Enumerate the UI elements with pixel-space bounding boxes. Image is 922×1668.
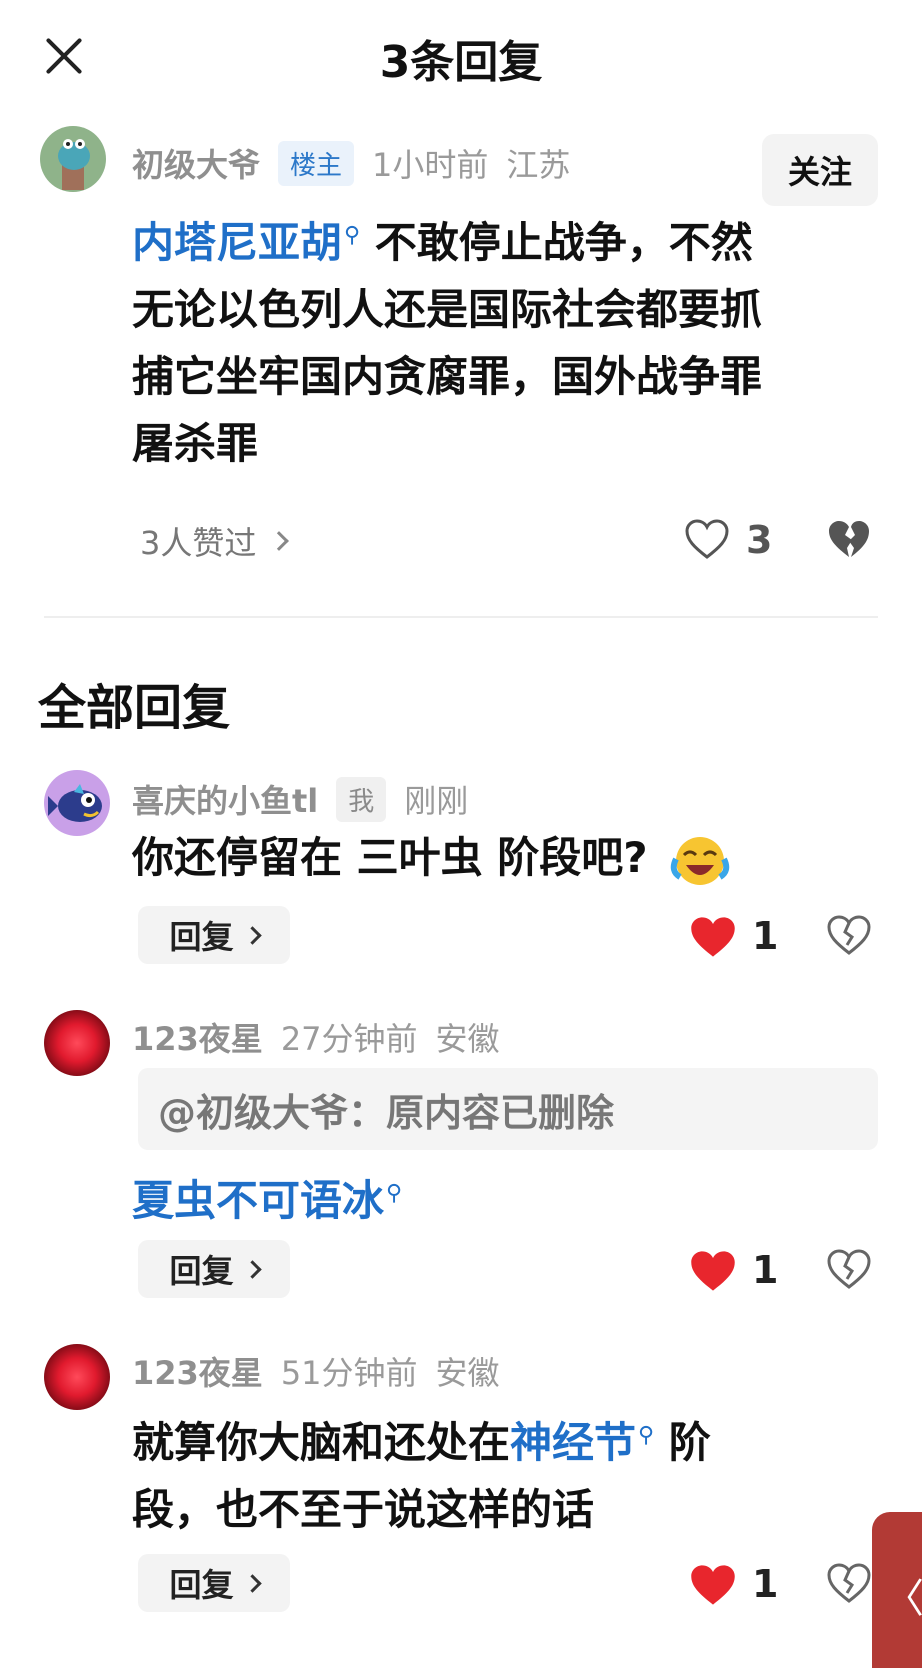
comment-text-line: 无论以色列人还是国际社会都要抓 <box>132 285 763 334</box>
follow-button[interactable]: 关注 <box>762 134 878 206</box>
comment-text-line: 捕它坐牢国内贪腐罪，国外战争罪 <box>132 352 763 401</box>
header: 3条回复 <box>0 0 922 110</box>
like-count: 1 <box>752 914 779 958</box>
reply-button[interactable]: 回复 <box>138 906 290 964</box>
liked-by-link[interactable]: 3人赞过 <box>140 518 290 564</box>
reply-meta: 123夜星 51分钟前 安徽 <box>132 1348 500 1394</box>
timestamp: 1小时前 <box>372 146 489 184</box>
reply-meta: 123夜星 27分钟前 安徽 <box>132 1014 500 1060</box>
search-icon: ⚲ <box>344 223 361 248</box>
reply-text: 就算你大脑和还处在神经节⚲ 阶 段，也不至于说这样的话 <box>132 1402 892 1543</box>
broken-heart-icon[interactable] <box>826 518 872 560</box>
crying-laughing-emoji-icon <box>670 836 730 885</box>
side-drawer-tab[interactable]: 〈 <box>872 1512 922 1668</box>
quoted-comment: @初级大爷：原内容已删除 <box>138 1068 878 1150</box>
comment-text-line: 屠杀罪 <box>132 419 259 468</box>
avatar[interactable] <box>44 1010 110 1076</box>
reply-text-line: 段，也不至于说这样的话 <box>132 1485 595 1534</box>
search-icon: ⚲ <box>386 1181 403 1206</box>
topic-link[interactable]: 内塔尼亚胡 <box>132 218 342 267</box>
broken-heart-outline-icon[interactable] <box>826 1248 872 1290</box>
chevron-right-icon <box>242 925 262 945</box>
divider <box>44 616 878 618</box>
reply-button[interactable]: 回复 <box>138 1240 290 1298</box>
avatar[interactable] <box>44 770 110 836</box>
search-icon: ⚲ <box>638 1423 655 1448</box>
like-count: 1 <box>752 1562 779 1606</box>
location: 安徽 <box>435 1354 500 1392</box>
broken-heart-outline-icon[interactable] <box>826 1562 872 1604</box>
chevron-right-icon <box>242 1259 262 1279</box>
reply-text-line: 阶 <box>668 1418 711 1467</box>
chevron-left-icon: 〈 <box>884 1576 922 1622</box>
liked-by-text: 3人赞过 <box>140 524 257 562</box>
heart-filled-icon[interactable] <box>688 1248 738 1294</box>
reply-text-line: 就算你大脑和还处在 <box>132 1418 511 1467</box>
reply-button[interactable]: 回复 <box>138 1554 290 1612</box>
timestamp: 刚刚 <box>404 782 469 820</box>
like-count: 1 <box>752 1248 779 1292</box>
like-count: 3 <box>746 518 773 562</box>
reply-text: 夏虫不可语冰⚲ <box>132 1160 892 1234</box>
username[interactable]: 123夜星 <box>132 1348 263 1394</box>
comment-text-line: 不敢停止战争，不然 <box>374 218 753 267</box>
section-title: 全部回复 <box>38 680 231 736</box>
chevron-right-icon <box>242 1573 262 1593</box>
comment-meta: 初级大爷 楼主 1小时前 江苏 <box>132 140 570 186</box>
username[interactable]: 初级大爷 <box>132 140 260 186</box>
topic-link[interactable]: 神经节 <box>510 1418 636 1467</box>
heart-filled-icon[interactable] <box>688 914 738 960</box>
comment-text: 内塔尼亚胡⚲ 不敢停止战争，不然 无论以色列人还是国际社会都要抓 捕它坐牢国内贪… <box>132 202 892 477</box>
reply-button-label: 回复 <box>169 1566 234 1604</box>
username[interactable]: 123夜星 <box>132 1014 263 1060</box>
page-title: 3条回复 <box>379 37 543 88</box>
heart-filled-icon[interactable] <box>688 1562 738 1608</box>
broken-heart-outline-icon[interactable] <box>826 914 872 956</box>
reply-meta: 喜庆的小鱼tl 我 刚刚 <box>132 776 468 822</box>
me-badge: 我 <box>336 776 387 822</box>
location: 安徽 <box>435 1020 500 1058</box>
reply-text-content: 你还停留在 三叶虫 阶段吧? <box>132 833 648 882</box>
avatar[interactable] <box>44 1344 110 1410</box>
timestamp: 27分钟前 <box>280 1020 418 1058</box>
avatar[interactable] <box>40 126 106 192</box>
heart-outline-icon[interactable] <box>684 518 730 560</box>
reply-button-label: 回复 <box>169 1252 234 1290</box>
host-badge: 楼主 <box>278 140 355 186</box>
topic-link[interactable]: 夏虫不可语冰 <box>132 1176 384 1225</box>
timestamp: 51分钟前 <box>280 1354 418 1392</box>
username[interactable]: 喜庆的小鱼tl <box>132 776 318 822</box>
location: 江苏 <box>506 146 571 184</box>
reply-text: 你还停留在 三叶虫 阶段吧? <box>132 824 892 891</box>
chevron-right-icon <box>269 531 290 551</box>
reply-button-label: 回复 <box>169 918 234 956</box>
